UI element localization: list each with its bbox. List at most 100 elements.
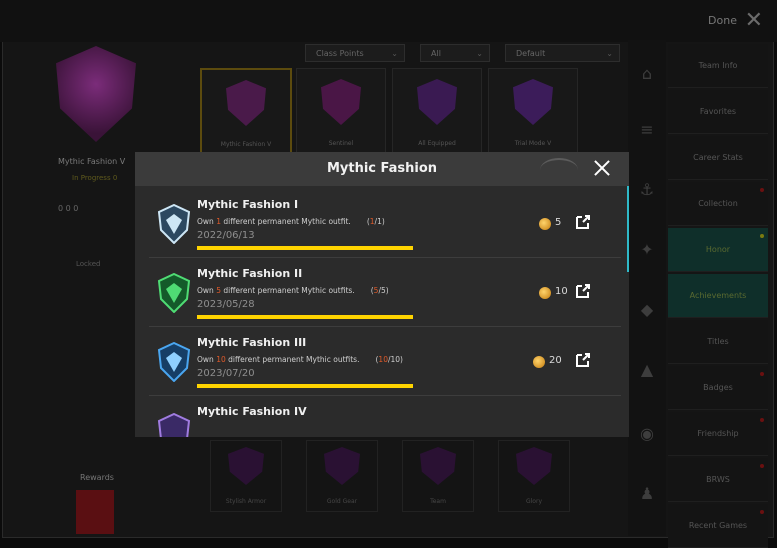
menu-item-label: Badges [703, 383, 733, 392]
menu-item-label: Recent Games [688, 521, 748, 530]
home-icon[interactable]: ⌂ [638, 64, 656, 83]
card-label: Gold Gear [326, 498, 358, 505]
menu-item-label: Honor [705, 245, 731, 254]
menu-item-recent-games[interactable]: Recent Games [668, 504, 768, 548]
helmet-icon[interactable]: ◆ [638, 300, 656, 319]
selected-badge-status: Locked [76, 260, 101, 268]
achievement-card[interactable]: Gold Gear [306, 440, 378, 512]
achievement-description: Own 1 different permanent Mythic outfit.… [197, 217, 385, 226]
card-label: Mythic Fashion V [220, 141, 272, 148]
achievement-description: Own 5 different permanent Mythic outfits… [197, 286, 389, 295]
filter-dropdown-all[interactable]: All ⌄ [420, 44, 490, 62]
card-label: Team [430, 498, 446, 505]
achievement-date: 2023/05/28 [197, 299, 255, 310]
car-icon[interactable]: ▲ [638, 360, 656, 379]
chevron-down-icon: ⌄ [476, 49, 483, 58]
background-close-icon[interactable]: ✕ [745, 8, 763, 33]
achievement-row[interactable]: Mythic Fashion II Own 5 different perman… [149, 259, 621, 327]
selected-badge-subtitle: In Progress 0 [72, 174, 118, 182]
achievement-row[interactable]: Mythic Fashion IV [149, 397, 621, 437]
chat-icon[interactable]: ◉ [638, 424, 656, 443]
achievement-card[interactable]: Glory [498, 440, 570, 512]
menu-item-titles[interactable]: Titles [668, 320, 768, 364]
reward: 20 [533, 354, 563, 370]
achievement-row[interactable]: Mythic Fashion III Own 10 different perm… [149, 328, 621, 396]
achievement-title: Mythic Fashion I [197, 198, 299, 211]
filter-label: All [431, 49, 441, 58]
weapon-icon[interactable]: ✦ [638, 240, 656, 259]
selected-badge [42, 42, 150, 154]
menu-item-friendship[interactable]: Friendship [668, 412, 768, 456]
share-icon[interactable] [573, 212, 593, 232]
filter-dropdown-sort[interactable]: Default ⌄ [505, 44, 620, 62]
selected-badge-title: Mythic Fashion V [58, 157, 126, 166]
achievement-badge-icon [157, 342, 191, 382]
menu-item-career-stats[interactable]: Career Stats [668, 136, 768, 180]
anchor-icon[interactable]: ⚓ [638, 180, 656, 199]
dialog-title: Mythic Fashion [326, 161, 438, 176]
filter-label: Default [516, 49, 546, 58]
progress-bar [197, 315, 413, 319]
card-label: Sentinel [328, 140, 354, 147]
achievement-card[interactable]: Mythic Fashion V [200, 68, 292, 158]
card-label: Trial Mode V [514, 140, 552, 147]
reward-thumbnail[interactable] [76, 490, 114, 534]
menu-item-label: Collection [698, 199, 738, 208]
menu-item-brws[interactable]: BRWS [668, 458, 768, 502]
achievement-title: Mythic Fashion III [197, 336, 307, 349]
menu-item-achievements[interactable]: Achievements [668, 274, 768, 318]
share-icon[interactable] [573, 350, 593, 370]
menu-item-label: Titles [707, 337, 729, 346]
achievement-date: 2023/07/20 [197, 368, 255, 379]
game-screen: Done ✕ Mythic Fashion V In Progress 0 0 … [0, 0, 777, 548]
achievement-list[interactable]: Mythic Fashion I Own 1 different permane… [149, 190, 621, 437]
achievement-badge-icon [157, 204, 191, 244]
mythic-fashion-dialog: Mythic Fashion Mythic Fashion I Own 1 di… [135, 152, 629, 437]
achievement-card[interactable]: Team [402, 440, 474, 512]
menu-item-team-info[interactable]: Team Info [668, 44, 768, 88]
rewards-label: Rewards [80, 473, 114, 482]
achievement-card[interactable]: Stylish Armor [210, 440, 282, 512]
menu-icon[interactable]: ≡ [638, 120, 656, 139]
menu-item-label: Favorites [699, 107, 737, 116]
reward-amount: 10 [555, 286, 568, 297]
menu-item-collection[interactable]: Collection [668, 182, 768, 226]
achievement-badge-icon [157, 413, 191, 437]
reward: 10 [539, 285, 569, 301]
achievement-title: Mythic Fashion IV [197, 405, 307, 418]
achievement-title: Mythic Fashion II [197, 267, 303, 280]
coin-icon [533, 356, 545, 368]
dialog-header: Mythic Fashion [135, 152, 629, 186]
card-label: All Equipped [418, 140, 456, 147]
progress-bar [197, 384, 413, 388]
icon-sidebar: ⌂ ≡ ⚓ ✦ ◆ ▲ ◉ ♟ [628, 40, 666, 536]
share-icon[interactable] [573, 281, 593, 301]
reward-amount: 5 [555, 217, 562, 228]
selected-badge-stats: 0 0 0 [58, 204, 79, 213]
menu-item-favorites[interactable]: Favorites [668, 90, 768, 134]
achievement-badge-icon [157, 273, 191, 313]
chevron-down-icon: ⌄ [391, 49, 398, 58]
achievement-card[interactable]: Trial Mode V [488, 68, 578, 156]
profile-menu: Team Info Favorites Career Stats Collect… [668, 44, 768, 548]
achievement-date: 2022/06/13 [197, 230, 255, 241]
menu-item-label: BRWS [706, 475, 730, 484]
card-label: Glory [525, 498, 542, 505]
reward: 5 [539, 216, 569, 232]
menu-item-label: Career Stats [693, 153, 743, 162]
achievement-card[interactable]: All Equipped [392, 68, 482, 156]
progress-bar [197, 246, 413, 250]
chevron-down-icon: ⌄ [606, 49, 613, 58]
menu-item-badges[interactable]: Badges [668, 366, 768, 410]
menu-item-label: Team Info [698, 61, 738, 70]
filter-dropdown-points[interactable]: Class Points ⌄ [305, 44, 405, 62]
done-label[interactable]: Done [708, 14, 737, 27]
card-label: Stylish Armor [225, 498, 267, 505]
close-icon[interactable] [587, 154, 617, 184]
menu-item-honor[interactable]: Honor [668, 228, 768, 272]
reward-amount: 20 [549, 355, 562, 366]
coin-icon [539, 218, 551, 230]
achievement-card[interactable]: Sentinel [296, 68, 386, 156]
achievement-row[interactable]: Mythic Fashion I Own 1 different permane… [149, 190, 621, 258]
people-icon[interactable]: ♟ [638, 484, 656, 503]
